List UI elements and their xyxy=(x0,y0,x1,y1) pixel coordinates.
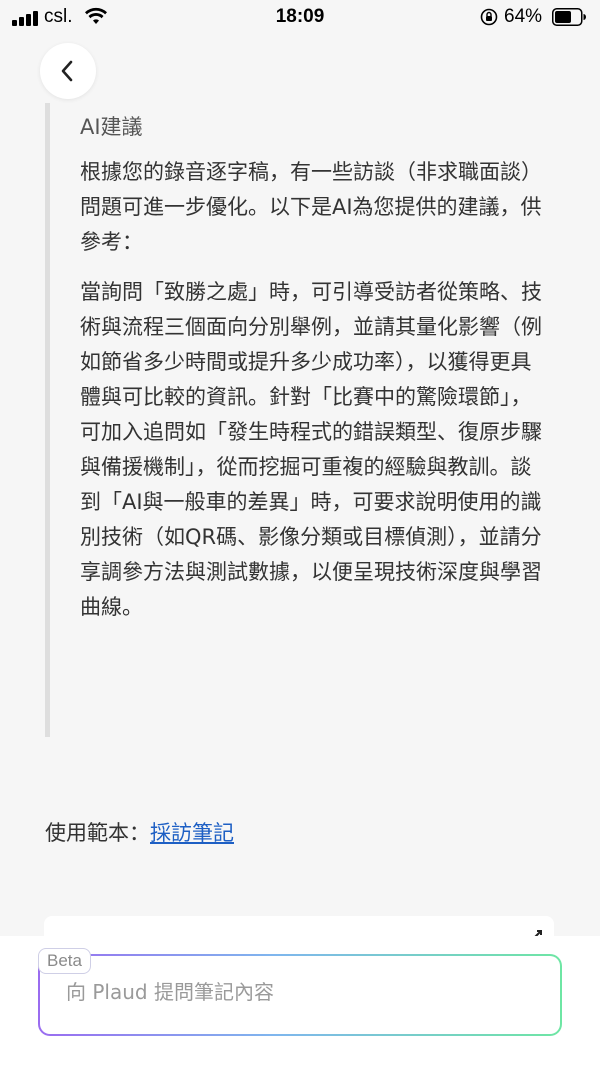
battery-icon xyxy=(552,8,586,26)
beta-badge: Beta xyxy=(38,948,91,974)
ask-input-box[interactable] xyxy=(38,954,562,1036)
template-link[interactable]: 採訪筆記 xyxy=(150,821,234,845)
battery-percent: 64% xyxy=(504,6,543,27)
template-label: 使用範本： xyxy=(45,821,150,845)
ai-suggestion-title: AI建議 xyxy=(80,115,143,139)
template-row: 使用範本：採訪筆記 xyxy=(45,816,234,850)
back-button[interactable] xyxy=(40,43,96,99)
chevron-left-icon xyxy=(61,60,73,82)
orientation-lock-icon xyxy=(480,8,498,26)
ai-suggestion-body: 當詢問「致勝之處」時，可引導受訪者從策略、技術與流程三個面向分別舉例，並請其量化… xyxy=(80,280,542,619)
ai-suggestion-block: AI建議 根據您的錄音逐字稿，有一些訪談（非求職面談）問題可進一步優化。以下是A… xyxy=(45,103,545,737)
ask-input[interactable] xyxy=(66,980,526,1004)
status-bar: csl. 18:09 64% xyxy=(0,0,600,36)
ai-suggestion-intro: 根據您的錄音逐字稿，有一些訪談（非求職面談）問題可進一步優化。以下是AI為您提供… xyxy=(80,160,542,254)
ask-input-inner xyxy=(40,956,560,1034)
